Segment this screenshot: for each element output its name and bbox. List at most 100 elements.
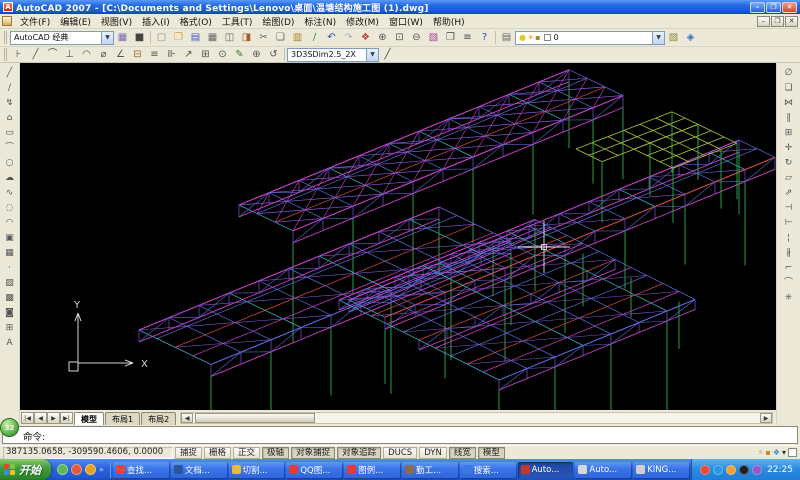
center-mark-icon[interactable]: ⊙ bbox=[214, 47, 231, 62]
quickcalc-icon[interactable]: ≡ bbox=[459, 30, 476, 45]
scrollbar-thumb[interactable] bbox=[195, 413, 315, 423]
task-button-3[interactable]: QQ图... bbox=[286, 462, 342, 478]
quick-launch-icon-0[interactable] bbox=[57, 464, 68, 475]
offset-icon[interactable]: ∥ bbox=[781, 111, 797, 126]
markup-set-manager-icon[interactable]: ❒ bbox=[442, 30, 459, 45]
dimension-text-edit-icon[interactable]: ⊕ bbox=[248, 47, 265, 62]
continue-dimension-icon[interactable]: ⊪ bbox=[163, 47, 180, 62]
tray-icon-3[interactable] bbox=[739, 465, 749, 475]
copy-object-icon[interactable]: ❏ bbox=[781, 81, 797, 96]
coordinates-readout[interactable]: 387135.0658, -309590.4606, 0.0000 bbox=[3, 447, 173, 459]
region-icon[interactable]: ◙ bbox=[2, 306, 18, 321]
workspace-settings-icon[interactable]: ▦ bbox=[114, 30, 131, 45]
tab-模型[interactable]: 模型 bbox=[74, 412, 104, 425]
scroll-right-icon[interactable]: ▶ bbox=[760, 413, 772, 423]
menu-item-8[interactable]: 修改(M) bbox=[341, 15, 384, 28]
layer-previous-icon[interactable]: ▧ bbox=[665, 30, 682, 45]
dim-style-icon[interactable]: ╱ bbox=[379, 47, 396, 62]
redo-icon[interactable]: ↷ bbox=[340, 30, 357, 45]
chevron-down-icon[interactable]: ▼ bbox=[366, 49, 378, 61]
radius-dimension-icon[interactable]: ◠ bbox=[78, 47, 95, 62]
insert-block-icon[interactable]: ▣ bbox=[2, 231, 18, 246]
task-button-4[interactable]: 图例... bbox=[344, 462, 400, 478]
rectangle-icon[interactable]: ▭ bbox=[2, 126, 18, 141]
dim-style-dropdown[interactable]: 3D3SDim2.5_2X ▼ bbox=[287, 48, 379, 62]
spline-icon[interactable]: ∿ bbox=[2, 186, 18, 201]
break-icon[interactable]: ∦ bbox=[781, 246, 797, 261]
linear-dimension-icon[interactable]: ⊦ bbox=[10, 47, 27, 62]
menu-item-10[interactable]: 帮助(H) bbox=[428, 15, 470, 28]
task-button-0[interactable]: 查找... bbox=[113, 462, 169, 478]
pan-icon[interactable]: ❖ bbox=[357, 30, 374, 45]
quick-launch-icon-2[interactable] bbox=[85, 464, 96, 475]
task-button-1[interactable]: 文档... bbox=[171, 462, 227, 478]
tab-nav-icon-2[interactable]: ▶ bbox=[47, 412, 60, 424]
menu-item-6[interactable]: 绘图(D) bbox=[257, 15, 299, 28]
match-properties-icon[interactable]: ∕ bbox=[306, 30, 323, 45]
menu-item-3[interactable]: 插入(I) bbox=[137, 15, 175, 28]
toggle-DUCS[interactable]: DUCS bbox=[383, 447, 417, 459]
tab-布局2[interactable]: 布局2 bbox=[141, 412, 176, 425]
layer-dropdown[interactable]: ●☀▪ 0 ▼ bbox=[515, 31, 665, 45]
communication-center-icon[interactable]: ⚡ bbox=[758, 447, 764, 459]
gradient-icon[interactable]: ▩ bbox=[2, 291, 18, 306]
toggle-模型[interactable]: 模型 bbox=[478, 447, 505, 459]
menu-item-4[interactable]: 格式(O) bbox=[175, 15, 217, 28]
save-icon[interactable]: ▤ bbox=[187, 30, 204, 45]
zoom-previous-icon[interactable]: ⊖ bbox=[408, 30, 425, 45]
array-icon[interactable]: ⊞ bbox=[781, 126, 797, 141]
baseline-dimension-icon[interactable]: ≡ bbox=[146, 47, 163, 62]
toggle-捕捉[interactable]: 捕捉 bbox=[175, 447, 202, 459]
menu-item-7[interactable]: 标注(N) bbox=[299, 15, 341, 28]
toolbar-lock-icon[interactable]: ▪ bbox=[765, 447, 770, 459]
diameter-dimension-icon[interactable]: ⌀ bbox=[95, 47, 112, 62]
toggle-极轴[interactable]: 极轴 bbox=[262, 447, 289, 459]
menu-item-1[interactable]: 编辑(E) bbox=[55, 15, 96, 28]
toggle-正交[interactable]: 正交 bbox=[233, 447, 260, 459]
task-button-2[interactable]: 切割... bbox=[229, 462, 285, 478]
qnew-icon[interactable]: ▢ bbox=[153, 30, 170, 45]
command-input[interactable]: 命令: bbox=[2, 426, 798, 444]
scroll-left-icon[interactable]: ◀ bbox=[181, 413, 193, 423]
start-button[interactable]: 开始 bbox=[0, 459, 51, 480]
taskbar-clock[interactable]: 22:25 bbox=[767, 465, 793, 475]
ordinate-icon[interactable]: ⊥ bbox=[61, 47, 78, 62]
plot-preview-icon[interactable]: ◫ bbox=[221, 30, 238, 45]
quick-launch-more-icon[interactable]: » bbox=[99, 465, 104, 474]
toggle-对象追踪[interactable]: 对象追踪 bbox=[337, 447, 381, 459]
rotate-icon[interactable]: ↻ bbox=[781, 156, 797, 171]
paste-icon[interactable]: ▥ bbox=[289, 30, 306, 45]
arc-length-icon[interactable]: ⌒ bbox=[44, 47, 61, 62]
doc-close-button[interactable]: ✕ bbox=[785, 16, 798, 27]
dimension-update-icon[interactable]: ↺ bbox=[265, 47, 282, 62]
plot-icon[interactable]: ▦ bbox=[204, 30, 221, 45]
tray-icon-2[interactable] bbox=[726, 465, 736, 475]
sheet-set-manager-icon[interactable]: ▧ bbox=[425, 30, 442, 45]
close-button[interactable]: ✕ bbox=[782, 2, 797, 13]
ellipse-icon[interactable]: ◌ bbox=[2, 201, 18, 216]
tolerance-icon[interactable]: ⊞ bbox=[197, 47, 214, 62]
extend-icon[interactable]: ⊢ bbox=[781, 216, 797, 231]
table-icon[interactable]: ⊞ bbox=[2, 321, 18, 336]
workspace-dropdown[interactable]: AutoCAD 经典 ▼ bbox=[10, 31, 114, 45]
drawing-canvas[interactable]: YX bbox=[20, 63, 776, 410]
tray-icon-4[interactable] bbox=[752, 465, 762, 475]
make-object-layer-current-icon[interactable]: ◈ bbox=[682, 30, 699, 45]
task-button-9[interactable]: KING... bbox=[633, 462, 689, 478]
explode-icon[interactable]: ✳ bbox=[781, 291, 797, 306]
chevron-down-icon[interactable]: ▼ bbox=[652, 32, 664, 44]
toggle-栅格[interactable]: 栅格 bbox=[204, 447, 231, 459]
erase-icon[interactable]: ∅ bbox=[781, 66, 797, 81]
menu-item-5[interactable]: 工具(T) bbox=[217, 15, 258, 28]
circle-icon[interactable]: ○ bbox=[2, 156, 18, 171]
tab-布局1[interactable]: 布局1 bbox=[105, 412, 140, 425]
mirror-icon[interactable]: ⋈ bbox=[781, 96, 797, 111]
task-button-8[interactable]: Auto... bbox=[575, 462, 631, 478]
line-icon[interactable]: ╱ bbox=[2, 66, 18, 81]
ellipse-arc-icon[interactable]: ◠ bbox=[2, 216, 18, 231]
move-icon[interactable]: ✛ bbox=[781, 141, 797, 156]
clean-screen-icon[interactable]: ❖ bbox=[773, 447, 780, 459]
toggle-对象捕捉[interactable]: 对象捕捉 bbox=[291, 447, 335, 459]
construction-line-icon[interactable]: ∕ bbox=[2, 81, 18, 96]
task-button-5[interactable]: 勤工... bbox=[402, 462, 458, 478]
